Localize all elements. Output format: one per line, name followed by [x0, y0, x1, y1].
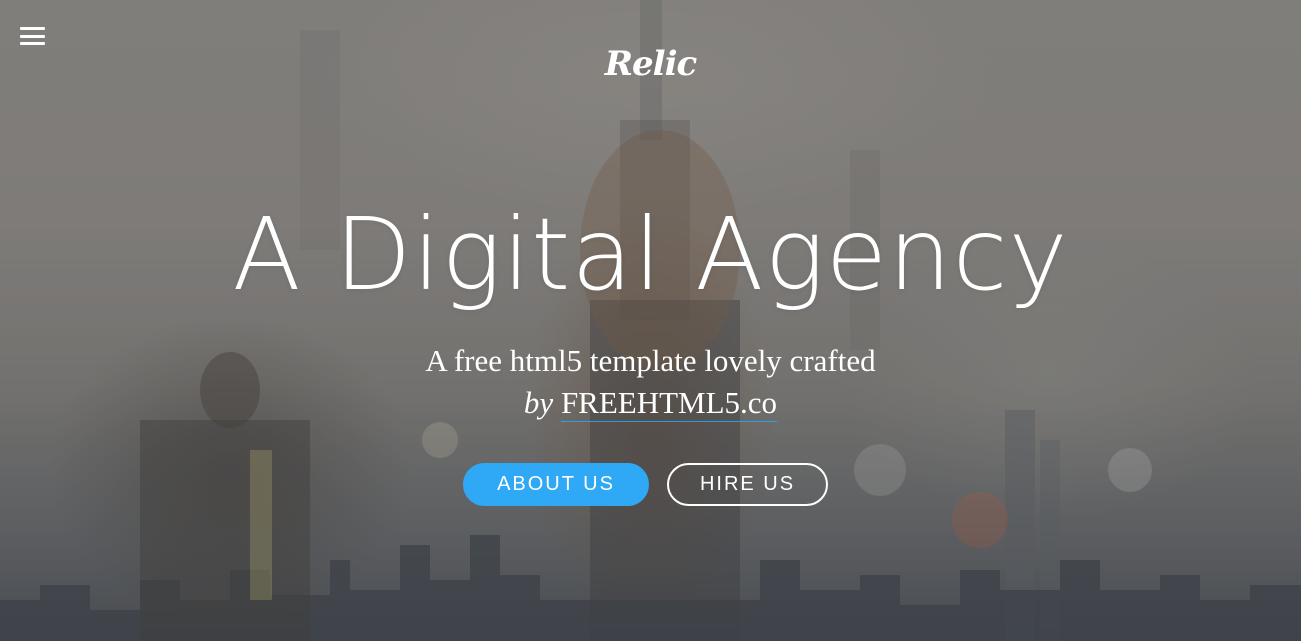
- site-logo[interactable]: Relic: [0, 44, 1301, 84]
- hero-overlay: [0, 0, 1301, 641]
- menu-bar: [20, 34, 45, 38]
- hero-tagline: A free html5 template lovely crafted by …: [0, 340, 1301, 424]
- about-us-button[interactable]: ABOUT US: [463, 463, 649, 506]
- hire-us-button[interactable]: HIRE US: [667, 463, 828, 506]
- tagline-by: by: [523, 385, 561, 420]
- hamburger-menu-icon[interactable]: [20, 27, 45, 45]
- tagline-text: A free html5 template lovely crafted: [425, 343, 876, 378]
- menu-bar: [20, 27, 45, 30]
- freehtml5-link[interactable]: FREEHTML5.co: [560, 385, 778, 422]
- hero-section: Relic A Digital Agency A free html5 temp…: [0, 0, 1301, 641]
- hero-headline: A Digital Agency: [232, 196, 1069, 313]
